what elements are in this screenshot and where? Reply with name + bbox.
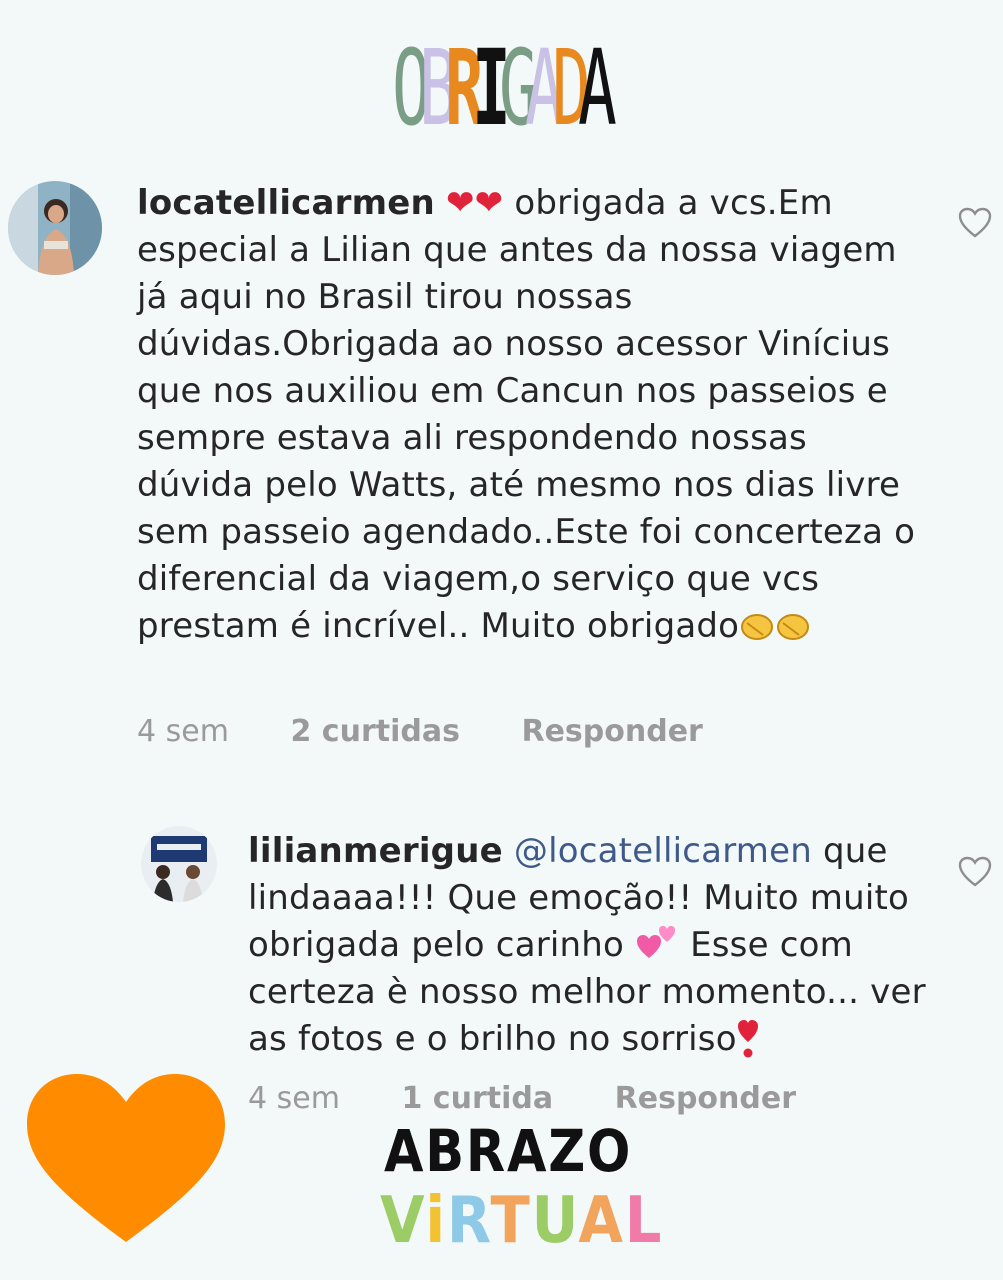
sticker-abrazo: ABRAZO xyxy=(384,1117,633,1185)
comment-text-2: lilianmerigue @locatellicarmen que linda… xyxy=(248,828,938,1063)
title-letter: A xyxy=(578,27,617,149)
reply-button-2[interactable]: Responder xyxy=(615,1081,796,1116)
comment-body-1: obrigada a vcs.Em especial a Lilian que … xyxy=(137,183,916,646)
sticker-virtual-letter: U xyxy=(531,1184,579,1258)
avatar-locatellicarmen[interactable] xyxy=(8,181,102,275)
sticker-virtual-letter: i xyxy=(425,1184,447,1258)
mention-link[interactable]: @locatellicarmen xyxy=(514,831,812,871)
sticker-virtual-letter: R xyxy=(446,1184,491,1258)
orange-heart-icon xyxy=(27,1074,225,1242)
title-obrigada: OBRIGADA xyxy=(0,18,1003,158)
sticker-virtual: ViRTUAL xyxy=(380,1186,663,1256)
like-heart-icon[interactable] xyxy=(958,856,992,888)
avatar-lilianmerigue[interactable] xyxy=(141,826,217,902)
comment-text-1: locatellicarmen ❤❤ obrigada a vcs.Em esp… xyxy=(137,180,927,650)
comment-likes-1[interactable]: 2 curtidas xyxy=(290,714,459,749)
red-hearts-emoji: ❤❤ xyxy=(445,183,504,223)
two-hearts-icon xyxy=(637,926,676,958)
sticker-virtual-letter: V xyxy=(380,1184,426,1258)
clapping-hands-icon xyxy=(741,614,774,640)
comment-likes-2[interactable]: 1 curtida xyxy=(401,1081,553,1116)
sticker-virtual-letter: A xyxy=(578,1184,625,1258)
like-heart-icon[interactable] xyxy=(958,207,992,239)
comment-username-1[interactable]: locatellicarmen xyxy=(137,183,435,223)
comment-time-2: 4 sem xyxy=(248,1081,340,1116)
comment-username-2[interactable]: lilianmerigue xyxy=(248,831,503,871)
comment-meta-2: 4 sem 1 curtida Responder xyxy=(248,1081,848,1116)
sticker-virtual-letter: T xyxy=(490,1184,532,1258)
reply-button-1[interactable]: Responder xyxy=(521,714,702,749)
sticker-virtual-letter: L xyxy=(624,1184,664,1258)
comment-time-1: 4 sem xyxy=(137,714,229,749)
comment-meta-1: 4 sem 2 curtidas Responder xyxy=(137,714,755,749)
clapping-hands-icon xyxy=(777,614,810,640)
heart-exclamation-icon xyxy=(737,1020,758,1058)
